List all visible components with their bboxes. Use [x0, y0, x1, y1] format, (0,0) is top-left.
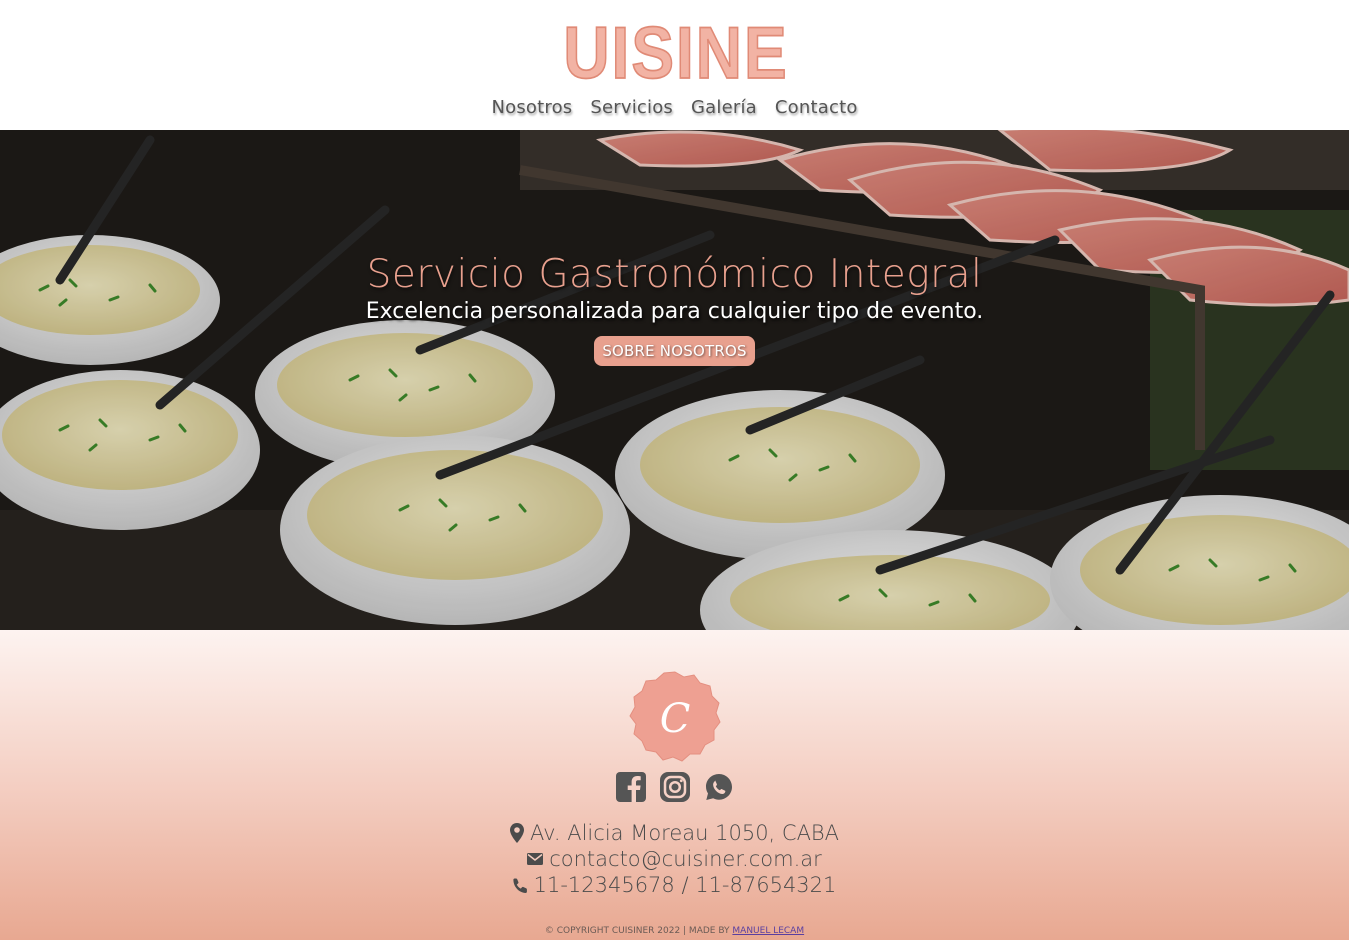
copyright-line: © COPYRIGHT CUISINER 2022 | MADE BY MANU…	[0, 926, 1349, 936]
email-row: contacto@cuisiner.com.ar	[0, 846, 1349, 872]
site-footer: C Av. Alicia Moreau 1050, CABA contacto@…	[0, 630, 1349, 940]
whatsapp-icon[interactable]	[703, 771, 735, 803]
footer-badge-logo[interactable]: C	[628, 670, 722, 764]
phone-icon	[512, 878, 527, 893]
envelope-icon	[527, 853, 544, 865]
email-link[interactable]: contacto@cuisiner.com.ar	[549, 846, 822, 872]
nav-servicios[interactable]: Servicios	[590, 97, 673, 118]
hero-content: Servicio Gastronómico Integral Excelenci…	[0, 252, 1349, 366]
facebook-icon[interactable]	[615, 771, 647, 803]
location-pin-icon	[509, 823, 524, 843]
site-header: CUISINER Nosotros Servicios Galería Cont…	[0, 0, 1349, 130]
hero-section: Servicio Gastronómico Integral Excelenci…	[0, 130, 1349, 630]
address-text: Av. Alicia Moreau 1050, CABA	[529, 821, 840, 845]
social-links	[0, 771, 1349, 803]
instagram-icon[interactable]	[659, 771, 691, 803]
badge-letter: C	[660, 696, 691, 742]
hero-subtitle: Excelencia personalizada para cualquier …	[365, 299, 984, 324]
nav-nosotros[interactable]: Nosotros	[491, 97, 572, 118]
nav-contacto[interactable]: Contacto	[775, 97, 858, 118]
phone-row: 11-12345678 / 11-87654321	[0, 872, 1349, 898]
nav-galeria[interactable]: Galería	[691, 97, 757, 118]
about-us-button[interactable]: SOBRE NOSOTROS	[594, 336, 755, 366]
phone-text[interactable]: 11-12345678 / 11-87654321	[534, 872, 837, 898]
cuisiner-logo[interactable]: CUISINER	[564, 0, 788, 92]
contact-info: Av. Alicia Moreau 1050, CABA contacto@cu…	[0, 820, 1349, 898]
address-row: Av. Alicia Moreau 1050, CABA	[0, 820, 1349, 846]
hero-title: Servicio Gastronómico Integral	[366, 252, 983, 297]
copyright-text: © COPYRIGHT CUISINER 2022 | MADE BY	[544, 926, 730, 936]
author-link[interactable]: MANUEL LECAM	[732, 926, 804, 936]
logo-text: CUISINER	[564, 12, 788, 92]
hero-background-image	[0, 130, 1349, 630]
main-nav: Nosotros Servicios Galería Contacto	[0, 97, 1349, 118]
